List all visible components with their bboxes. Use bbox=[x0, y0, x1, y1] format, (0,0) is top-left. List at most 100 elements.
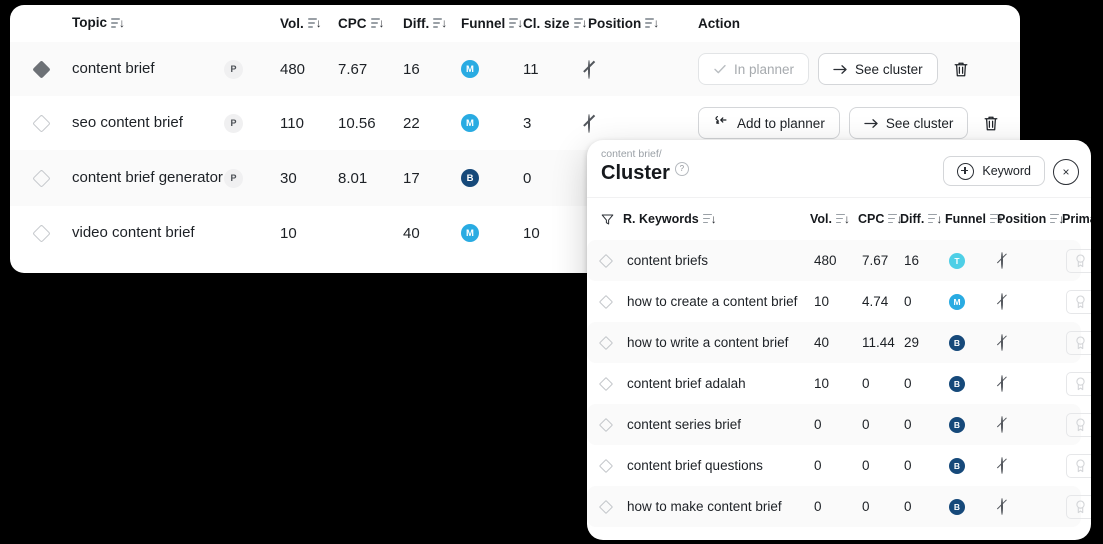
row-keyword: content brief adalah bbox=[627, 376, 746, 391]
header-funnel[interactable]: Funnel ↓ bbox=[945, 212, 1004, 226]
table-row[interactable]: content brief P 480 7.67 16 M 11 In plan… bbox=[10, 42, 1020, 96]
row-marker[interactable] bbox=[598, 376, 627, 391]
header-topic[interactable]: Topic ↓ bbox=[72, 15, 224, 32]
header-cluster-size[interactable]: Cl. size ↓ bbox=[523, 16, 588, 31]
sort-icon[interactable]: ↓ bbox=[307, 17, 323, 30]
funnel-badge: B bbox=[461, 169, 479, 187]
sort-icon[interactable]: ↓ bbox=[1050, 213, 1065, 226]
sort-icon[interactable]: ↓ bbox=[509, 17, 524, 30]
row-marker[interactable] bbox=[598, 417, 627, 432]
award-icon[interactable] bbox=[1066, 289, 1091, 314]
diamond-outline-icon[interactable] bbox=[31, 168, 51, 188]
funnel-badge: M bbox=[461, 114, 479, 132]
see-cluster-button[interactable]: See cluster bbox=[848, 107, 969, 139]
add-to-planner-button[interactable]: Add to planner bbox=[698, 107, 840, 139]
row-marker[interactable] bbox=[598, 458, 627, 473]
row-marker[interactable] bbox=[598, 335, 627, 350]
header-funnel-label: Funnel bbox=[461, 16, 506, 31]
priority-badge: P bbox=[224, 168, 243, 188]
row-vol: 480 bbox=[280, 60, 306, 78]
award-icon[interactable] bbox=[1066, 453, 1091, 478]
in-planner-button[interactable]: In planner bbox=[698, 53, 810, 85]
row-marker[interactable] bbox=[598, 499, 627, 514]
row-tag: P bbox=[224, 113, 280, 133]
header-vol[interactable]: Vol. ↓ bbox=[810, 212, 858, 226]
sort-icon[interactable]: ↓ bbox=[888, 213, 903, 226]
row-position bbox=[1001, 334, 1066, 351]
funnel-badge: B bbox=[949, 498, 965, 515]
row-marker[interactable] bbox=[10, 59, 72, 79]
row-primary bbox=[1066, 330, 1091, 355]
sort-icon[interactable]: ↓ bbox=[111, 17, 126, 30]
row-diff: 22 bbox=[403, 114, 420, 132]
close-icon[interactable]: × bbox=[1053, 159, 1079, 185]
cluster-table-header: R. Keywords ↓ Vol. ↓ CPC ↓ Diff. ↓ Funne… bbox=[587, 198, 1091, 240]
diamond-filled-icon[interactable] bbox=[31, 59, 51, 79]
plus-circle-icon bbox=[957, 162, 975, 180]
row-vol: 10 bbox=[814, 294, 830, 309]
row-marker[interactable] bbox=[10, 223, 72, 243]
list-item[interactable]: content briefs 480 7.67 16 T bbox=[587, 240, 1091, 281]
see-cluster-button[interactable]: See cluster bbox=[818, 53, 938, 85]
row-marker[interactable] bbox=[10, 168, 72, 188]
award-icon[interactable] bbox=[1066, 330, 1091, 355]
list-item[interactable]: content brief questions 0 0 0 B bbox=[587, 445, 1091, 486]
award-icon[interactable] bbox=[1066, 494, 1091, 519]
no-position-icon bbox=[588, 59, 590, 79]
list-item[interactable]: content series brief 0 0 0 B bbox=[587, 404, 1091, 445]
diamond-outline-icon[interactable] bbox=[31, 223, 51, 243]
add-keyword-button[interactable]: Keyword bbox=[943, 156, 1045, 186]
sort-icon[interactable]: ↓ bbox=[836, 213, 851, 226]
no-position-icon bbox=[1001, 334, 1003, 351]
diamond-outline-icon[interactable] bbox=[31, 113, 51, 133]
header-keywords[interactable]: R. Keywords ↓ bbox=[623, 212, 810, 226]
row-marker[interactable] bbox=[10, 113, 72, 133]
filter-icon[interactable] bbox=[601, 213, 614, 226]
diamond-outline-icon[interactable] bbox=[598, 335, 614, 350]
diamond-outline-icon[interactable] bbox=[598, 458, 614, 473]
sort-icon[interactable]: ↓ bbox=[928, 213, 943, 226]
sort-icon[interactable]: ↓ bbox=[989, 213, 1005, 226]
award-icon[interactable] bbox=[1066, 371, 1091, 396]
header-diff[interactable]: Diff. ↓ bbox=[403, 16, 461, 31]
priority-badge: P bbox=[224, 59, 243, 79]
list-item[interactable]: how to write a content brief 40 11.44 29… bbox=[587, 322, 1091, 363]
header-position[interactable]: Position ↓ bbox=[997, 212, 1065, 226]
row-cluster-size: 10 bbox=[523, 224, 540, 242]
header-position[interactable]: Position ↓ bbox=[588, 16, 698, 31]
sort-icon[interactable]: ↓ bbox=[645, 17, 660, 30]
diamond-outline-icon[interactable] bbox=[598, 376, 614, 391]
header-diff[interactable]: Diff. ↓ bbox=[900, 212, 945, 226]
row-marker[interactable] bbox=[598, 253, 627, 268]
award-icon[interactable] bbox=[1066, 412, 1091, 437]
delete-icon[interactable] bbox=[947, 55, 975, 83]
row-vol: 110 bbox=[280, 114, 304, 132]
header-cpc[interactable]: CPC ↓ bbox=[338, 16, 403, 31]
sort-icon[interactable]: ↓ bbox=[433, 17, 448, 30]
row-marker[interactable] bbox=[598, 294, 627, 309]
diamond-outline-icon[interactable] bbox=[598, 253, 614, 268]
list-item[interactable]: content brief adalah 10 0 0 B bbox=[587, 363, 1091, 404]
header-vol[interactable]: Vol. ↓ bbox=[280, 16, 338, 31]
row-topic: video content brief bbox=[72, 223, 195, 241]
sort-icon[interactable]: ↓ bbox=[573, 17, 589, 30]
row-vol: 40 bbox=[814, 335, 830, 350]
row-tag: P bbox=[224, 168, 280, 188]
list-item[interactable]: how to create a content brief 10 4.74 0 … bbox=[587, 281, 1091, 322]
row-position bbox=[1001, 293, 1066, 310]
header-cpc[interactable]: CPC ↓ bbox=[858, 212, 903, 226]
diamond-outline-icon[interactable] bbox=[598, 417, 614, 432]
add-to-planner-icon bbox=[715, 116, 727, 124]
sort-icon[interactable]: ↓ bbox=[702, 213, 718, 226]
diamond-outline-icon[interactable] bbox=[598, 294, 614, 309]
award-icon[interactable] bbox=[1066, 248, 1091, 273]
sort-icon[interactable]: ↓ bbox=[370, 17, 386, 30]
delete-icon[interactable] bbox=[977, 109, 1005, 137]
diamond-outline-icon[interactable] bbox=[598, 499, 614, 514]
no-position-icon bbox=[1001, 375, 1003, 392]
row-cpc: 11.44 bbox=[862, 335, 895, 350]
header-funnel[interactable]: Funnel ↓ bbox=[461, 16, 523, 31]
help-icon[interactable]: ? bbox=[674, 162, 689, 176]
header-topic-label: Topic bbox=[72, 15, 107, 31]
list-item[interactable]: how to make content brief 0 0 0 B bbox=[587, 486, 1091, 527]
